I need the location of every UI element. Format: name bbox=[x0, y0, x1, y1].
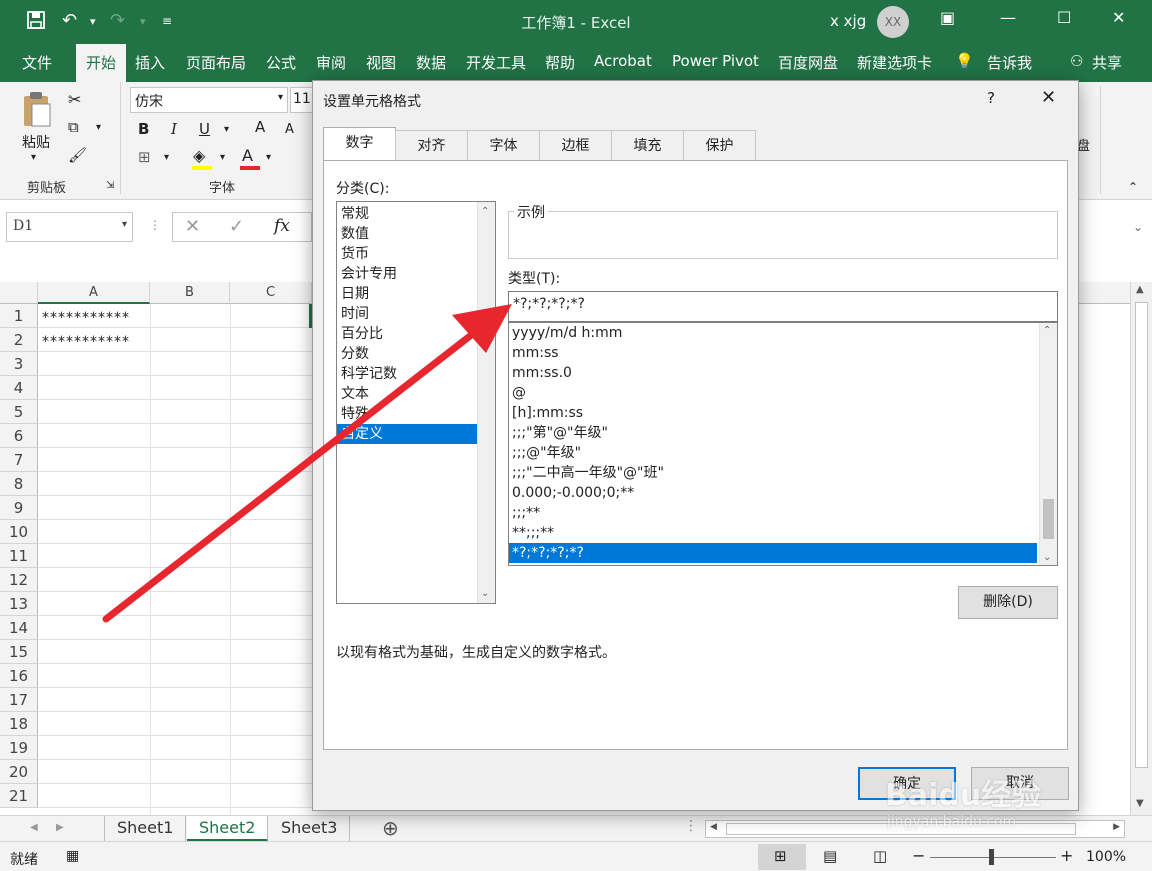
watermark-url: jingyan.baidu.com bbox=[887, 814, 1017, 830]
baidu-watermark: Baidu经验 jingyan.baidu.com bbox=[885, 770, 1095, 840]
annotation-arrow bbox=[102, 304, 512, 623]
watermark-brand: Baidu经验 bbox=[885, 778, 1042, 813]
